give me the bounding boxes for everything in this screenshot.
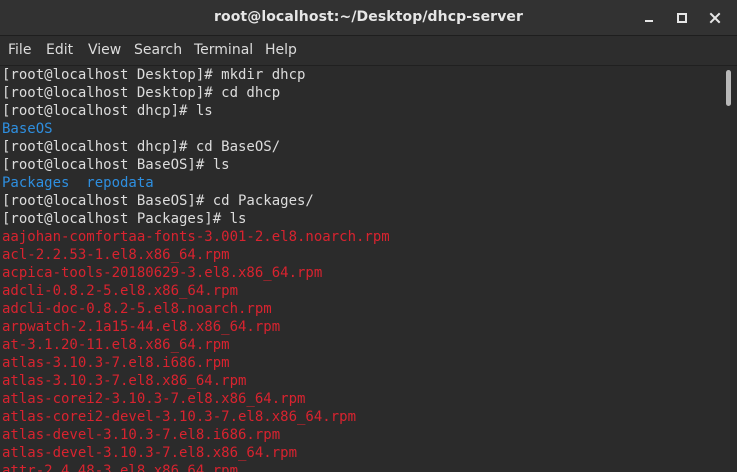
terminal-line-directory-listing: BaseOS — [2, 121, 53, 137]
terminal-line-directory-listing: Packages repodata — [2, 175, 154, 191]
terminal-line-command: [root@localhost Packages]# ls — [2, 211, 247, 227]
terminal-line-rpm-file: atlas-devel-3.10.3-7.el8.x86_64.rpm — [2, 445, 298, 461]
terminal-line-command: [root@localhost BaseOS]# cd Packages/ — [2, 193, 314, 209]
window-title: root@localhost:~/Desktop/dhcp-server — [213, 9, 524, 25]
terminal-line-rpm-file: atlas-3.10.3-7.el8.x86_64.rpm — [2, 373, 247, 389]
terminal-line-rpm-file: atlas-corei2-devel-3.10.3-7.el8.x86_64.r… — [2, 409, 357, 425]
terminal-line-rpm-file: arpwatch-2.1a15-44.el8.x86_64.rpm — [2, 319, 281, 335]
terminal-line-rpm-file: acl-2.2.53-1.el8.x86_64.rpm — [2, 247, 230, 263]
terminal-line-rpm-file: atlas-corei2-3.10.3-7.el8.x86_64.rpm — [2, 391, 306, 407]
menu-bar: File Edit View Search Terminal Help — [0, 36, 737, 66]
title-bar[interactable]: root@localhost:~/Desktop/dhcp-server — [0, 0, 737, 36]
menu-view[interactable]: View — [88, 42, 121, 58]
terminal-output[interactable]: [root@localhost Desktop]# mkdir dhcp [ro… — [0, 66, 722, 472]
terminal-line-rpm-file: acpica-tools-20180629-3.el8.x86_64.rpm — [2, 265, 323, 281]
terminal-line-rpm-file: aajohan-comfortaa-fonts-3.001-2.el8.noar… — [2, 229, 390, 245]
menu-help[interactable]: Help — [265, 42, 297, 58]
terminal-line-rpm-file: adcli-0.8.2-5.el8.x86_64.rpm — [2, 283, 239, 299]
terminal-line-rpm-file: attr-2.4.48-3.el8.x86_64.rpm — [2, 463, 239, 472]
terminal-line-command: [root@localhost BaseOS]# ls — [2, 157, 230, 173]
close-icon — [709, 12, 721, 24]
menu-search[interactable]: Search — [134, 42, 182, 58]
maximize-icon — [677, 13, 687, 23]
terminal-line-rpm-file: at-3.1.20-11.el8.x86_64.rpm — [2, 337, 230, 353]
terminal-line-rpm-file: adcli-doc-0.8.2-5.el8.noarch.rpm — [2, 301, 272, 317]
maximize-button[interactable] — [670, 6, 694, 30]
close-button[interactable] — [703, 6, 727, 30]
terminal-line-command: [root@localhost dhcp]# cd BaseOS/ — [2, 139, 281, 155]
menu-terminal[interactable]: Terminal — [194, 42, 253, 58]
vertical-scrollbar[interactable] — [722, 66, 737, 472]
terminal-line-command: [root@localhost dhcp]# ls — [2, 103, 213, 119]
terminal-line-rpm-file: atlas-3.10.3-7.el8.i686.rpm — [2, 355, 230, 371]
menu-edit[interactable]: Edit — [46, 42, 73, 58]
scrollbar-thumb[interactable] — [726, 70, 731, 106]
terminal-line-command: [root@localhost Desktop]# mkdir dhcp — [2, 67, 306, 83]
terminal-window: root@localhost:~/Desktop/dhcp-server Fil… — [0, 0, 737, 472]
terminal-line-rpm-file: atlas-devel-3.10.3-7.el8.i686.rpm — [2, 427, 281, 443]
minimize-icon — [645, 20, 653, 22]
terminal-line-command: [root@localhost Desktop]# cd dhcp — [2, 85, 281, 101]
menu-file[interactable]: File — [8, 42, 31, 58]
minimize-button[interactable] — [637, 6, 661, 30]
